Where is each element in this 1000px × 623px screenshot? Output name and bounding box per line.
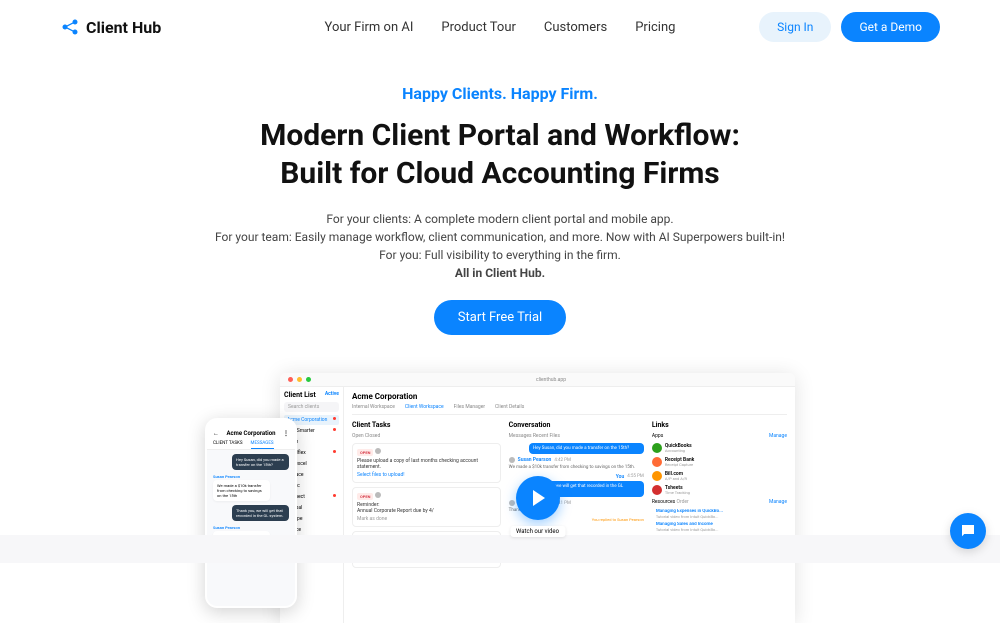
- trial-button[interactable]: Start Free Trial: [434, 300, 566, 335]
- tab-files[interactable]: Files Manager: [454, 404, 485, 410]
- conv-header: Conversation: [509, 421, 644, 429]
- tab-details[interactable]: Client Details: [495, 404, 524, 410]
- task-filter[interactable]: Open Closed: [352, 433, 501, 439]
- phone-mockup: ← Acme Corporation ⋮ CLIENT TASKS MESSAG…: [205, 418, 297, 608]
- active-filter[interactable]: Active: [325, 391, 339, 399]
- manage-resources[interactable]: Manage: [769, 499, 787, 505]
- manage-apps[interactable]: Manage: [769, 433, 787, 439]
- demo-button[interactable]: Get a Demo: [841, 12, 940, 42]
- play-button[interactable]: [516, 476, 560, 520]
- app-billcom[interactable]: Bill.comA/P and A/R: [652, 471, 787, 481]
- tasks-header: Client Tasks: [352, 421, 501, 429]
- app-tsheets[interactable]: TsheetsTime Tracking: [652, 485, 787, 495]
- upload-link[interactable]: Select files to upload!: [357, 472, 496, 478]
- links-header: Links: [652, 421, 787, 429]
- nav-tour[interactable]: Product Tour: [441, 20, 516, 35]
- subtext3: For you: Full visibility to everything i…: [20, 246, 980, 264]
- logo-icon: [60, 17, 80, 37]
- client-search[interactable]: Search clients: [284, 402, 339, 412]
- footer-bar: [0, 535, 1000, 563]
- subtext2: For your team: Easily manage workflow, c…: [20, 228, 980, 246]
- max-dot: [306, 377, 311, 382]
- app-receiptbank[interactable]: Receipt BankReceipt Capture: [652, 457, 787, 467]
- watch-label: Watch our video: [510, 526, 565, 537]
- chat-widget[interactable]: [950, 513, 986, 549]
- conv-tabs[interactable]: Messages Recent Files: [509, 433, 644, 439]
- task-card[interactable]: OPEN Please upload a copy of last months…: [352, 443, 501, 483]
- subtext1: For your clients: A complete modern clie…: [20, 210, 980, 228]
- tab-internal[interactable]: Internal Workspace: [352, 404, 395, 410]
- resource-link[interactable]: Managing Sales and IncomeTutorial video …: [652, 522, 787, 532]
- nav-pricing[interactable]: Pricing: [635, 20, 675, 35]
- subtext4: All in Client Hub.: [20, 264, 980, 282]
- close-dot: [288, 377, 293, 382]
- url-bar: clienthub.app: [315, 377, 787, 383]
- msg-sent: Hey Susan, did you made a transfer on th…: [529, 443, 644, 454]
- chat-icon: [959, 522, 977, 540]
- resource-link[interactable]: Managing Expenses in QuickBo...Tutorial …: [652, 509, 787, 519]
- task-card[interactable]: OPEN Reminder:Annual Corporate Report du…: [352, 487, 501, 527]
- play-icon: [533, 490, 545, 506]
- app-preview: clienthub.app Client List Active Search …: [205, 373, 795, 623]
- signin-button[interactable]: Sign In: [759, 12, 831, 42]
- sidebar-title: Client List: [284, 391, 316, 399]
- nav-customers[interactable]: Customers: [544, 20, 607, 35]
- headline: Modern Client Portal and Workflow: Built…: [20, 117, 980, 192]
- logo[interactable]: Client Hub: [60, 17, 161, 37]
- nav-ai[interactable]: Your Firm on AI: [325, 20, 414, 35]
- app-quickbooks[interactable]: QuickBooksAccounting: [652, 443, 787, 453]
- tagline: Happy Clients. Happy Firm.: [20, 84, 980, 103]
- min-dot: [297, 377, 302, 382]
- logo-text: Client Hub: [86, 18, 161, 37]
- tab-client[interactable]: Client Workspace: [405, 404, 444, 410]
- client-name: Acme Corporation: [352, 392, 787, 401]
